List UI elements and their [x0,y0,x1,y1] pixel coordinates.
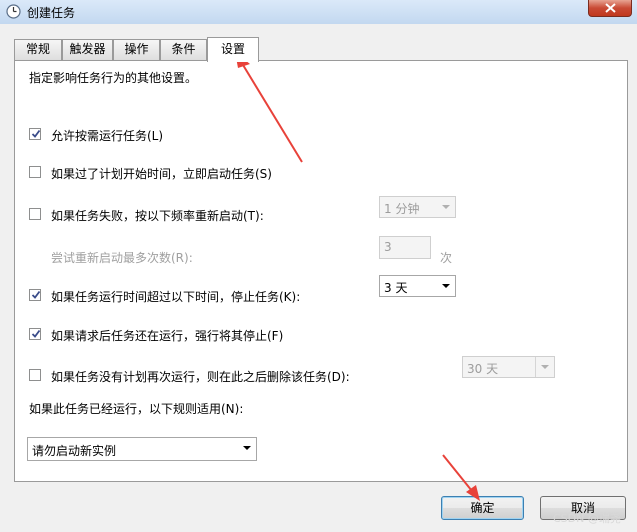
retry-attempts-input[interactable]: 3 [379,236,431,259]
watermark: CSDN @瑞尧 [553,512,621,525]
allow-on-demand-checkbox[interactable] [29,128,41,140]
chevron-down-icon [535,357,554,377]
allow-on-demand-label: 允许按需运行任务(L) [51,129,164,143]
tab-actions[interactable]: 操作 [113,39,160,60]
retry-attempts-value: 3 [384,240,392,254]
ok-button[interactable]: 确定 [441,496,524,520]
running-rule-select[interactable]: 请勿启动新实例 [27,437,257,461]
delete-if-not-scheduled-label: 如果任务没有计划再次运行，则在此之后删除该任务(D): [51,370,350,384]
checkmark-icon [31,129,41,138]
tab-triggers[interactable]: 触发器 [62,39,113,60]
force-stop-checkbox[interactable] [29,328,41,340]
checkmark-icon [31,329,41,338]
settings-description: 指定影响任务行为的其他设置。 [29,71,198,85]
title-bar: 创建任务 [0,0,637,24]
tab-conditions[interactable]: 条件 [160,39,207,60]
stop-duration-select[interactable]: 3 天 [379,275,456,297]
create-task-window: 创建任务 常规 触发器 操作 条件 设置 指定影响任务行为的其他设置。 允许按需… [0,0,637,532]
running-rule-label: 如果此任务已经运行，以下规则适用(N): [29,402,244,416]
restart-on-fail-checkbox[interactable] [29,208,41,220]
stop-duration-value: 3 天 [384,281,408,295]
delete-duration-select[interactable]: 30 天 [462,356,555,378]
delete-duration-value: 30 天 [467,362,499,376]
checkmark-icon [31,290,41,299]
stop-if-runs-longer-label: 如果任务运行时间超过以下时间，停止任务(K): [51,290,301,304]
close-button[interactable] [588,0,632,17]
window-title: 创建任务 [27,6,76,20]
restart-on-fail-label: 如果任务失败，按以下频率重新启动(T): [51,209,264,223]
tab-general[interactable]: 常规 [14,39,62,60]
retry-attempts-unit: 次 [440,251,453,265]
delete-if-not-scheduled-checkbox[interactable] [29,369,41,381]
restart-interval-value: 1 分钟 [384,202,420,216]
clock-icon [6,4,21,19]
settings-panel [14,60,628,482]
force-stop-label: 如果请求后任务还在运行，强行将其停止(F) [51,329,284,343]
restart-interval-select[interactable]: 1 分钟 [379,196,456,218]
retry-attempts-label: 尝试重新启动最多次数(R): [51,251,193,265]
close-icon [605,3,616,13]
chevron-down-icon [437,276,455,296]
running-rule-value: 请勿启动新实例 [32,444,117,458]
start-if-missed-label: 如果过了计划开始时间，立即启动任务(S) [51,167,272,181]
start-if-missed-checkbox[interactable] [29,166,41,178]
tab-settings[interactable]: 设置 [207,37,259,62]
chevron-down-icon [437,197,455,217]
stop-if-runs-longer-checkbox[interactable] [29,289,41,301]
chevron-down-icon [238,438,256,458]
